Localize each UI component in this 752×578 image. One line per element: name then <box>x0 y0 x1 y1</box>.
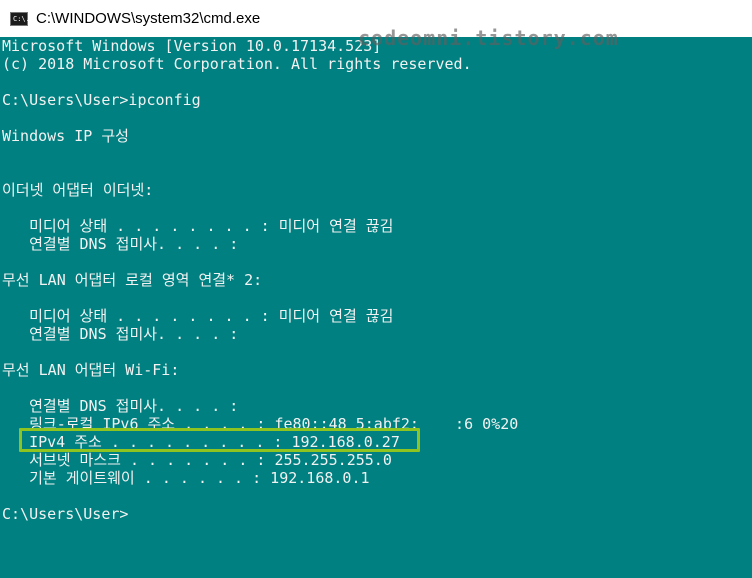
console-line: C:\Users\User>ipconfig <box>2 91 201 109</box>
console-line: 기본 게이트웨이 . . . . . . : 192.168.0.1 <box>2 469 370 487</box>
console-line: 연결별 DNS 접미사. . . . : <box>2 325 239 343</box>
console-line: 서브넷 마스크 . . . . . . . : 255.255.255.0 <box>2 451 392 469</box>
console-line: 연결별 DNS 접미사. . . . : <box>2 235 239 253</box>
console-line: 미디어 상태 . . . . . . . . : 미디어 연결 끊김 <box>2 217 394 235</box>
console-line: 무선 LAN 어댑터 로컬 영역 연결* 2: <box>2 271 263 289</box>
cmd-window: C:\. C:\WINDOWS\system32\cmd.exe Microso… <box>0 0 752 578</box>
window-title: C:\WINDOWS\system32\cmd.exe <box>36 10 261 27</box>
console-output[interactable]: Microsoft Windows [Version 10.0.17134.52… <box>0 37 752 578</box>
console-line: 연결별 DNS 접미사. . . . : <box>2 397 239 415</box>
console-line: Microsoft Windows [Version 10.0.17134.52… <box>2 37 382 55</box>
console-line: (c) 2018 Microsoft Corporation. All righ… <box>2 55 472 73</box>
console-line: 이더넷 어댑터 이더넷: <box>2 181 154 199</box>
ipv4-highlight-box <box>19 428 420 452</box>
command-prompt: C:\Users\User> <box>2 505 129 523</box>
cmd-icon: C:\. <box>10 11 30 26</box>
watermark: codeomni.tistory.com <box>358 26 619 50</box>
console-line: Windows IP 구성 <box>2 127 129 145</box>
console-line: 무선 LAN 어댑터 Wi-Fi: <box>2 361 180 379</box>
console-line: 미디어 상태 . . . . . . . . : 미디어 연결 끊김 <box>2 307 394 325</box>
